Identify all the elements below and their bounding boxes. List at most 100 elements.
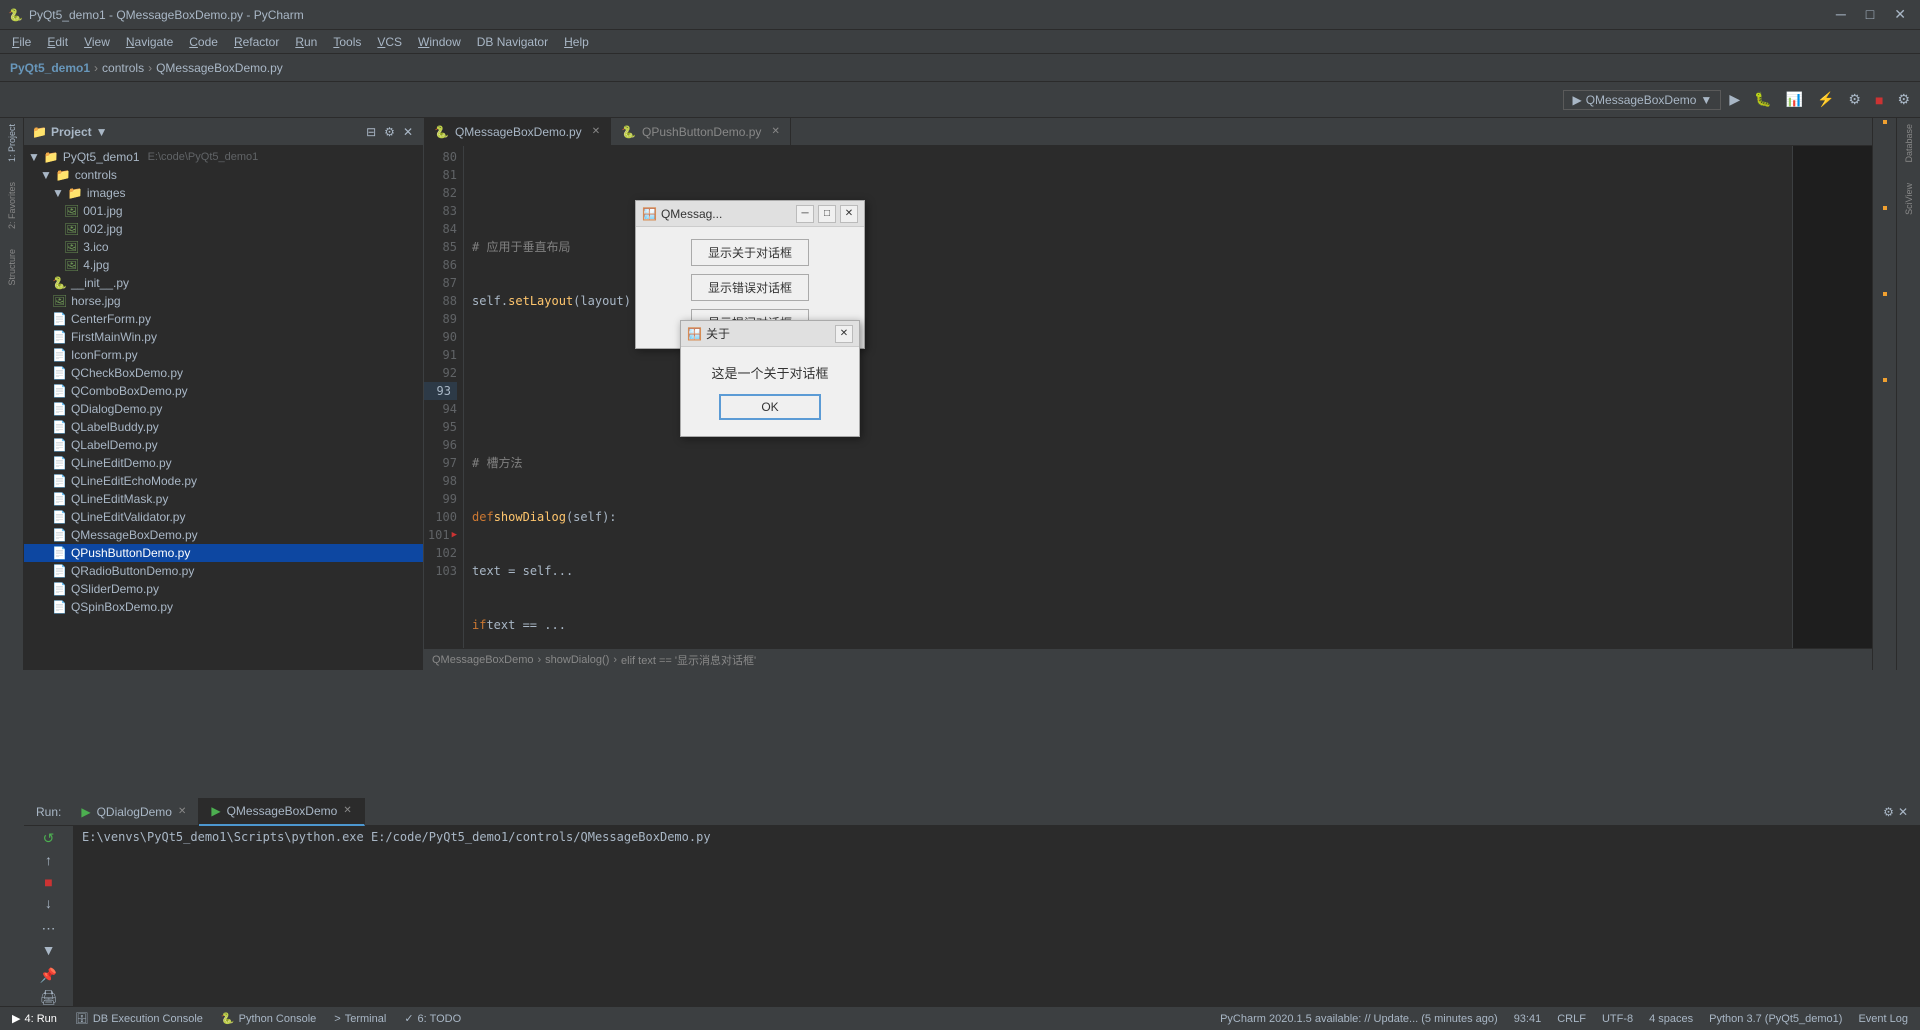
project-collapse-all[interactable]: ⊟ [364,123,378,141]
tab-run[interactable]: ▶ 4: Run [4,1010,65,1027]
tab-close-2[interactable]: ✕ [771,126,779,137]
tab-close-qmessage[interactable]: ✕ [343,805,351,816]
status-indent[interactable]: 4 spaces [1649,1013,1693,1025]
settings-run[interactable]: 📌 [37,967,61,985]
list-item[interactable]: 🐍 __init__.py [24,274,423,292]
down-button[interactable]: ↓ [37,895,61,913]
tab-qpushbuttondemo[interactable]: 🐍 QPushButtonDemo.py ✕ [611,118,791,145]
run-config-selector[interactable]: ▶ QMessageBoxDemo ▼ [1563,90,1721,110]
bc-method[interactable]: showDialog() [545,654,609,666]
list-item[interactable]: 📄 FirstMainWin.py [24,328,423,346]
tab-qdialogdemo[interactable]: ▶ QDialogDemo ✕ [69,798,199,826]
list-item[interactable]: 📄 QSpinBoxDemo.py [24,598,423,616]
tab-qmessageboxdemo[interactable]: 🐍 QMessageBoxDemo.py ✕ [424,118,611,145]
menu-file[interactable]: File [4,33,39,51]
tab-sciview[interactable]: SciView [1900,177,1918,221]
list-item[interactable]: 📄 IconForm.py [24,346,423,364]
settings-button[interactable]: ⚙ [1891,88,1916,111]
bc-condition[interactable]: elif text == '显示消息对话框' [621,652,756,668]
debug-button[interactable]: 🐛 [1748,88,1777,111]
tab-db-console[interactable]: 🗄 DB Execution Console [67,1010,211,1027]
list-item[interactable]: 📄 QComboBoxDemo.py [24,382,423,400]
filter-button[interactable]: ▼ [37,942,61,960]
btn-show-error[interactable]: 显示错误对话框 [691,274,809,301]
status-event-log[interactable]: Event Log [1858,1013,1908,1025]
print-button[interactable]: 🖨 [37,989,61,1007]
menu-db-navigator[interactable]: DB Navigator [469,33,556,51]
tree-root[interactable]: ▼ 📁 PyQt5_demo1 E:\code\PyQt5_demo1 [24,148,423,166]
breadcrumb-file[interactable]: QMessageBoxDemo.py [156,61,283,75]
tab-python-console[interactable]: 🐍 Python Console [213,1010,324,1027]
status-python[interactable]: Python 3.7 (PyQt5_demo1) [1709,1013,1842,1025]
maximize-button[interactable]: □ [1860,4,1880,25]
list-item[interactable]: 🖼 horse.jpg [24,292,423,310]
breadcrumb-project[interactable]: PyQt5_demo1 [10,61,90,75]
menu-window[interactable]: Window [410,33,469,51]
concurrency-button[interactable]: ⚙ [1842,88,1867,111]
menu-refactor[interactable]: Refactor [226,33,287,51]
restart-button[interactable]: ↺ [37,830,61,848]
list-item[interactable]: 📄 CenterForm.py [24,310,423,328]
up-button[interactable]: ↑ [37,852,61,870]
qmsgbox-close[interactable]: ✕ [840,205,858,223]
toggle-wrap[interactable]: ⋯ [37,920,61,938]
list-item[interactable]: 🖼 001.jpg [24,202,423,220]
qmsgbox-minimize[interactable]: ─ [796,205,814,223]
list-item[interactable]: 📄 QLineEditDemo.py [24,454,423,472]
list-item[interactable]: 📄 QMessageBoxDemo.py [24,526,423,544]
menu-view[interactable]: View [76,33,118,51]
btn-show-about[interactable]: 显示关于对话框 [691,239,809,266]
tab-close[interactable]: ✕ [592,126,600,137]
stop-run-button[interactable]: ■ [37,873,61,891]
menu-edit[interactable]: Edit [39,33,76,51]
tree-images-folder[interactable]: ▼ 📁 images [24,184,423,202]
minimize-button[interactable]: ─ [1830,4,1852,25]
menu-tools[interactable]: Tools [325,33,369,51]
menu-help[interactable]: Help [556,33,597,51]
bc-file[interactable]: QMessageBoxDemo [432,654,534,666]
tab-close-qdialog[interactable]: ✕ [178,806,186,817]
tree-controls-folder[interactable]: ▼ 📁 controls [24,166,423,184]
list-item[interactable]: 📄 QCheckBoxDemo.py [24,364,423,382]
profile-button[interactable]: ⚡ [1811,88,1840,111]
list-item[interactable]: 📄 QLabelDemo.py [24,436,423,454]
list-item[interactable]: 📄 QDialogDemo.py [24,400,423,418]
list-item[interactable]: 📄 QPushButtonDemo.py [24,544,423,562]
list-item[interactable]: 📄 QRadioButtonDemo.py [24,562,423,580]
list-item[interactable]: 📄 QLabelBuddy.py [24,418,423,436]
list-item[interactable]: 📄 QSliderDemo.py [24,580,423,598]
list-item[interactable]: 🖼 4.jpg [24,256,423,274]
breadcrumb-folder[interactable]: controls [102,61,144,75]
menu-navigate[interactable]: Navigate [118,33,181,51]
settings-icon[interactable]: ⚙ [1883,805,1894,819]
list-item[interactable]: 🖼 3.ico [24,238,423,256]
about-close[interactable]: ✕ [835,325,853,343]
close-bottom-icon[interactable]: ✕ [1898,805,1908,819]
list-item[interactable]: 📄 QLineEditValidator.py [24,508,423,526]
about-ok-button[interactable]: OK [719,394,820,420]
status-position[interactable]: 93:41 [1514,1013,1542,1025]
run-button[interactable]: ▶ [1723,88,1746,111]
menu-code[interactable]: Code [181,33,226,51]
status-line-ending[interactable]: CRLF [1557,1013,1586,1025]
project-close[interactable]: ✕ [401,123,415,141]
tab-favorites[interactable]: 2: Favorites [3,176,21,235]
project-settings[interactable]: ⚙ [382,123,397,141]
tab-terminal[interactable]: > Terminal [326,1011,394,1027]
list-item[interactable]: 📄 QLineEditEchoMode.py [24,472,423,490]
menu-run[interactable]: Run [287,33,325,51]
run-with-coverage-button[interactable]: 📊 [1780,88,1809,111]
close-button[interactable]: ✕ [1888,4,1912,25]
tab-qmessageboxdemo-run[interactable]: ▶ QMessageBoxDemo ✕ [199,798,364,826]
list-item[interactable]: 🖼 002.jpg [24,220,423,238]
tab-project[interactable]: 1: Project [3,118,21,168]
tab-todo[interactable]: ✓ 6: TODO [396,1010,469,1027]
stop-button[interactable]: ■ [1869,89,1889,111]
tab-database[interactable]: Database [1900,118,1918,169]
about-dialog[interactable]: 🪟 关于 ✕ 这是一个关于对话框 OK [680,320,860,437]
list-item[interactable]: 📄 QLineEditMask.py [24,490,423,508]
qmsgbox-maximize[interactable]: □ [818,205,836,223]
tab-structure[interactable]: Structure [3,243,21,292]
status-encoding[interactable]: UTF-8 [1602,1013,1633,1025]
menu-vcs[interactable]: VCS [369,33,410,51]
